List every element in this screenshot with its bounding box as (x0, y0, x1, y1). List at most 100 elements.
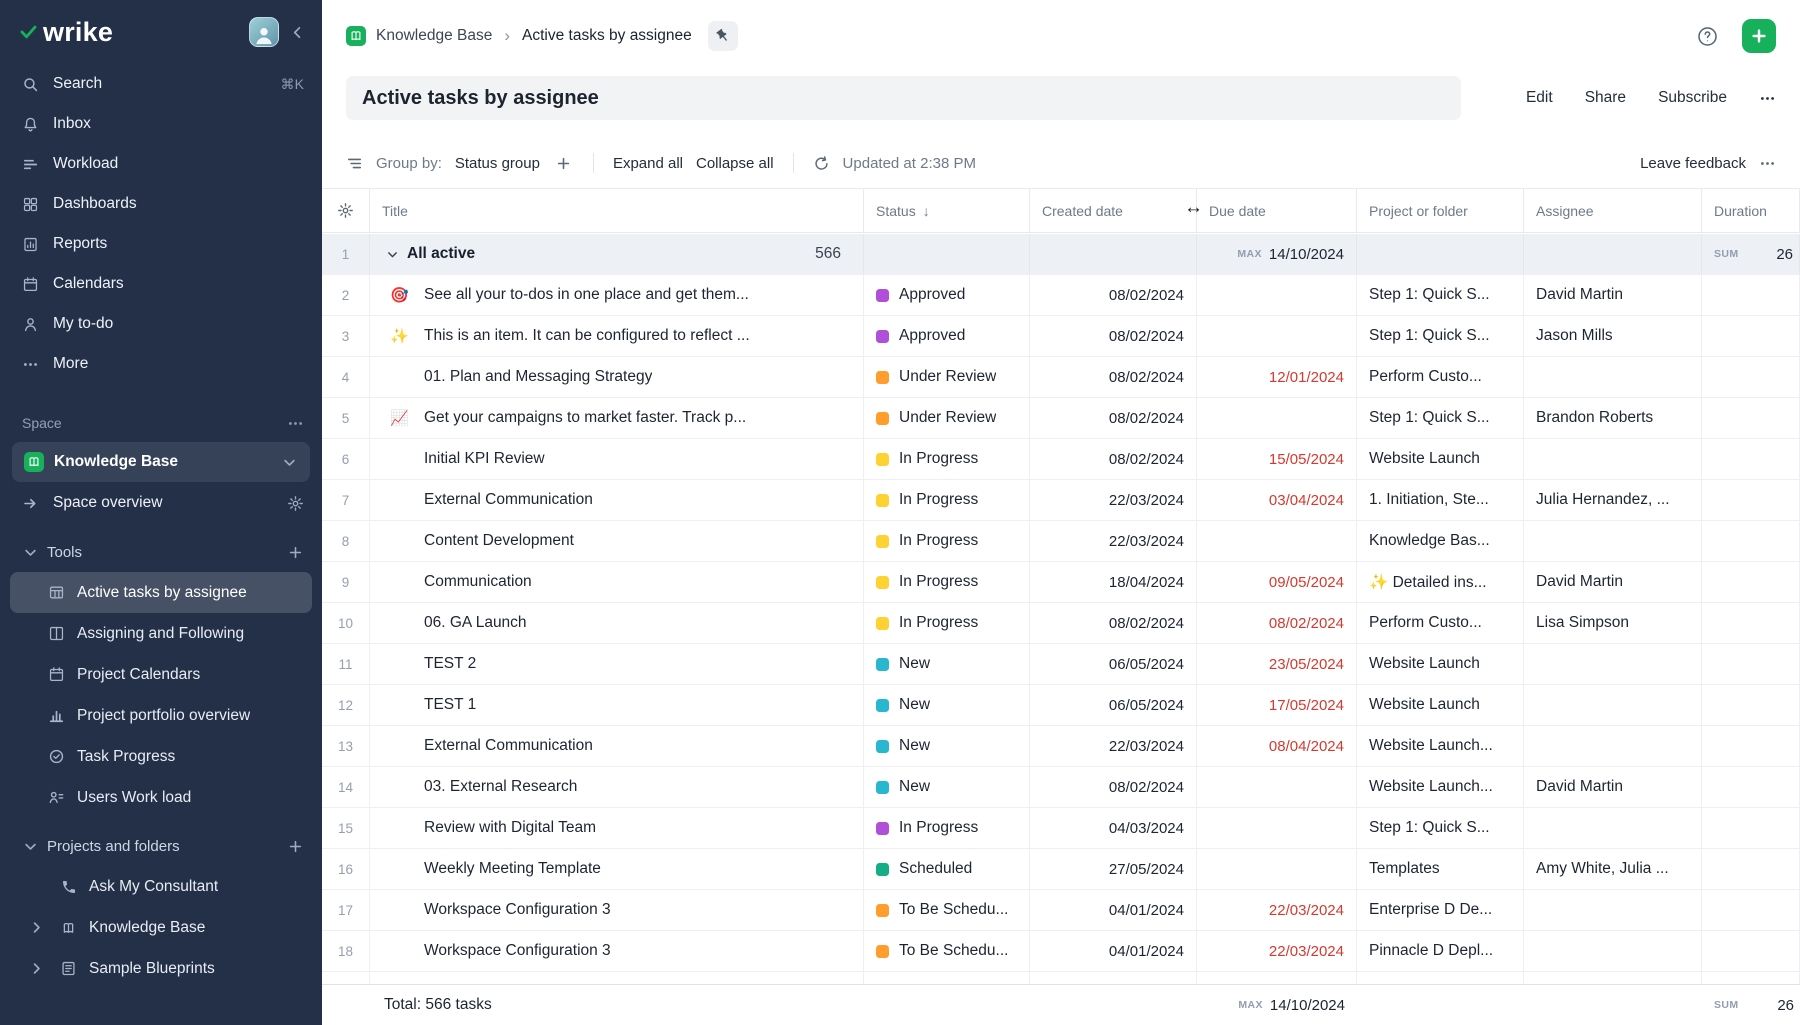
column-header-title[interactable]: Title (370, 189, 864, 232)
created-date-cell[interactable]: 08/02/2024 (1030, 316, 1197, 356)
space-selector[interactable]: Knowledge Base (12, 442, 310, 482)
table-row[interactable]: 13 External Communication New 22/03/2024… (322, 726, 1800, 767)
project-item-ask-my-consultant[interactable]: Ask My Consultant (10, 866, 312, 907)
tool-item-task-progress[interactable]: Task Progress (10, 736, 312, 777)
due-date-cell[interactable]: 08/02/2024 (1197, 603, 1357, 643)
created-date-cell[interactable]: 08/02/2024 (1030, 275, 1197, 315)
assignee-cell[interactable]: Julia Hernandez, ... (1524, 480, 1702, 520)
project-cell[interactable]: Templates (1357, 849, 1524, 889)
created-date-cell[interactable]: 08/02/2024 (1030, 767, 1197, 807)
sidebar-item-more[interactable]: More (0, 344, 322, 384)
assignee-cell[interactable] (1524, 808, 1702, 848)
assignee-cell[interactable] (1524, 685, 1702, 725)
project-cell[interactable]: Perform Custo... (1357, 357, 1524, 397)
created-date-cell[interactable]: 04/01/2024 (1030, 890, 1197, 930)
table-row[interactable]: 14 03. External Research New 08/02/2024 … (322, 767, 1800, 808)
duration-cell[interactable] (1702, 849, 1800, 889)
created-date-cell[interactable]: 22/03/2024 (1030, 480, 1197, 520)
user-avatar[interactable] (249, 17, 279, 47)
table-row[interactable]: 2 🎯 See all your to-dos in one place and… (322, 275, 1800, 316)
toolbar-more-button[interactable] (1759, 155, 1776, 172)
project-cell[interactable]: Website Launch (1357, 439, 1524, 479)
project-cell[interactable]: Website Launch... (1357, 767, 1524, 807)
status-cell[interactable]: In Progress (864, 521, 1030, 561)
assignee-cell[interactable] (1524, 521, 1702, 561)
project-cell[interactable]: Pinnacle D Depl... (1357, 931, 1524, 971)
table-row[interactable]: 3 ✨ This is an item. It can be configure… (322, 316, 1800, 357)
status-cell[interactable]: New (864, 644, 1030, 684)
project-cell[interactable]: Step 1: Quick S... (1357, 275, 1524, 315)
assignee-cell[interactable]: David Martin (1524, 767, 1702, 807)
duration-cell[interactable] (1702, 767, 1800, 807)
task-title-cell[interactable]: Review with Digital Team (370, 808, 864, 848)
table-settings-cell[interactable] (322, 189, 370, 232)
due-date-cell[interactable]: 09/05/2024 (1197, 562, 1357, 602)
duration-cell[interactable] (1702, 644, 1800, 684)
assignee-cell[interactable] (1524, 644, 1702, 684)
table-settings-gear-icon[interactable] (337, 202, 354, 219)
created-date-cell[interactable]: 22/03/2024 (1030, 521, 1197, 561)
table-row[interactable]: 18 Workspace Configuration 3 To Be Sched… (322, 931, 1800, 972)
share-button[interactable]: Share (1585, 89, 1626, 107)
duration-cell[interactable] (1702, 275, 1800, 315)
task-title-cell[interactable]: TEST 1 (370, 685, 864, 725)
due-date-cell[interactable] (1197, 275, 1357, 315)
due-date-cell[interactable]: 22/03/2024 (1197, 890, 1357, 930)
due-date-cell[interactable]: 08/04/2024 (1197, 726, 1357, 766)
due-date-cell[interactable] (1197, 316, 1357, 356)
duration-cell[interactable] (1702, 931, 1800, 971)
project-cell[interactable]: 1. Initiation, Ste... (1357, 480, 1524, 520)
duration-cell[interactable] (1702, 357, 1800, 397)
projects-collapse-icon[interactable] (22, 838, 39, 855)
project-cell[interactable]: Website Launch... (1357, 726, 1524, 766)
task-title-cell[interactable]: Weekly Meeting Template (370, 849, 864, 889)
duration-cell[interactable] (1702, 890, 1800, 930)
wrike-logo[interactable]: wrike (20, 17, 113, 48)
task-title-cell[interactable]: Workspace Configuration 3 (370, 890, 864, 930)
view-title-input[interactable]: Active tasks by assignee (346, 76, 1461, 120)
project-cell[interactable]: Knowledge Bas... (1357, 521, 1524, 561)
table-row[interactable]: 5 📈 Get your campaigns to market faster.… (322, 398, 1800, 439)
status-cell[interactable]: New (864, 726, 1030, 766)
project-cell[interactable]: Perform Custo... (1357, 603, 1524, 643)
chevron-right-icon[interactable] (28, 919, 48, 936)
project-cell[interactable]: Enterprise D De... (1357, 890, 1524, 930)
task-title-cell[interactable]: External Communication (370, 726, 864, 766)
due-date-cell[interactable] (1197, 767, 1357, 807)
add-tool-button[interactable] (287, 544, 304, 561)
created-date-cell[interactable]: 06/05/2024 (1030, 644, 1197, 684)
tools-section-header[interactable]: Tools (0, 532, 322, 572)
duration-cell[interactable] (1702, 726, 1800, 766)
collapse-group-icon[interactable] (385, 247, 399, 261)
project-cell[interactable]: Step 1: Quick S... (1357, 398, 1524, 438)
group-title-cell[interactable]: All active 566 (370, 234, 864, 274)
assignee-cell[interactable]: David Martin (1524, 275, 1702, 315)
projects-section-header[interactable]: Projects and folders (0, 826, 322, 866)
duration-cell[interactable] (1702, 685, 1800, 725)
created-date-cell[interactable]: 08/02/2024 (1030, 398, 1197, 438)
project-item-sample-blueprints[interactable]: Sample Blueprints (10, 948, 312, 989)
duration-cell[interactable] (1702, 521, 1800, 561)
chevron-right-icon[interactable] (28, 960, 48, 977)
assignee-cell[interactable]: Lisa Simpson (1524, 603, 1702, 643)
due-date-cell[interactable]: 15/05/2024 (1197, 439, 1357, 479)
task-title-cell[interactable]: 06. GA Launch (370, 603, 864, 643)
table-row[interactable]: 6 Initial KPI Review In Progress 08/02/2… (322, 439, 1800, 480)
created-date-cell[interactable]: 04/01/2024 (1030, 931, 1197, 971)
status-cell[interactable]: To Be Schedu... (864, 931, 1030, 971)
duration-cell[interactable] (1702, 316, 1800, 356)
add-project-button[interactable] (287, 838, 304, 855)
due-date-cell[interactable] (1197, 521, 1357, 561)
column-header-project[interactable]: Project or folder (1357, 189, 1524, 232)
duration-cell[interactable] (1702, 808, 1800, 848)
created-date-cell[interactable]: 22/03/2024 (1030, 726, 1197, 766)
table-row[interactable]: 16 Weekly Meeting Template Scheduled 27/… (322, 849, 1800, 890)
task-title-cell[interactable]: Workspace Configuration 3 (370, 931, 864, 971)
assignee-cell[interactable] (1524, 931, 1702, 971)
task-title-cell[interactable]: Initial KPI Review (370, 439, 864, 479)
group-row-all-active[interactable]: 1 All active 566 MAX 14/10/2024 (322, 234, 1800, 275)
task-title-cell[interactable]: ✨ This is an item. It can be configured … (370, 316, 864, 356)
project-cell[interactable]: Website Launch (1357, 644, 1524, 684)
column-header-status[interactable]: Status↓ (864, 189, 1030, 232)
help-button[interactable] (1692, 21, 1722, 51)
